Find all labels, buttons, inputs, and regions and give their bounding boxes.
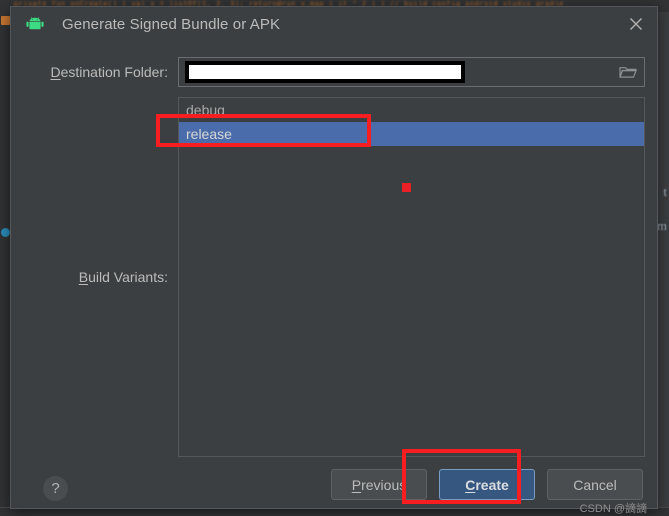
background-text-right-2: m	[656, 218, 667, 233]
list-item-debug[interactable]: debug	[179, 98, 644, 122]
generate-signed-bundle-dialog: Generate Signed Bundle or APK Destinatio…	[10, 6, 658, 515]
gutter-warning-icon	[1, 16, 10, 25]
build-variants-mnemonic: B	[78, 269, 89, 285]
dialog-footer: ? Previous Create Cancel CSDN @謫謫	[11, 457, 657, 516]
destination-folder-label-text: estination Folder:	[60, 64, 168, 80]
dialog-title: Generate Signed Bundle or APK	[62, 15, 281, 33]
build-variants-row: Build Variants: debug release	[23, 97, 645, 457]
gutter-bookmark-icon	[1, 228, 10, 237]
previous-button-mnemonic: P	[351, 476, 362, 493]
build-variants-list[interactable]: debug release	[178, 97, 645, 457]
destination-folder-field[interactable]	[178, 57, 645, 87]
create-button-mnemonic: C	[465, 476, 476, 493]
dialog-button-group: Previous Create Cancel	[331, 469, 643, 500]
build-variants-label: Build Variants:	[23, 97, 178, 457]
destination-folder-input[interactable]	[185, 61, 465, 83]
annotation-red-dot	[402, 183, 411, 192]
android-robot-icon	[25, 17, 45, 31]
help-button[interactable]: ?	[43, 475, 68, 501]
create-button-label: reate	[475, 476, 509, 493]
close-icon[interactable]	[627, 15, 645, 33]
background-text-right-1: t	[663, 184, 667, 199]
list-item-release[interactable]: release	[179, 122, 644, 146]
build-variants-label-text: uild Variants:	[88, 269, 168, 285]
folder-icon[interactable]	[619, 65, 637, 80]
dialog-body: Destination Folder: Build Variants: debu…	[11, 41, 657, 457]
dialog-titlebar: Generate Signed Bundle or APK	[11, 7, 657, 41]
previous-button-label: revious	[361, 476, 407, 493]
destination-folder-mnemonic: D	[50, 64, 61, 80]
cancel-button[interactable]: Cancel	[547, 469, 643, 500]
destination-folder-row: Destination Folder:	[23, 57, 645, 87]
previous-button[interactable]: Previous	[331, 469, 427, 500]
csdn-watermark: CSDN @謫謫	[579, 503, 647, 515]
create-button[interactable]: Create	[439, 469, 535, 500]
destination-folder-label: Destination Folder:	[23, 64, 178, 80]
